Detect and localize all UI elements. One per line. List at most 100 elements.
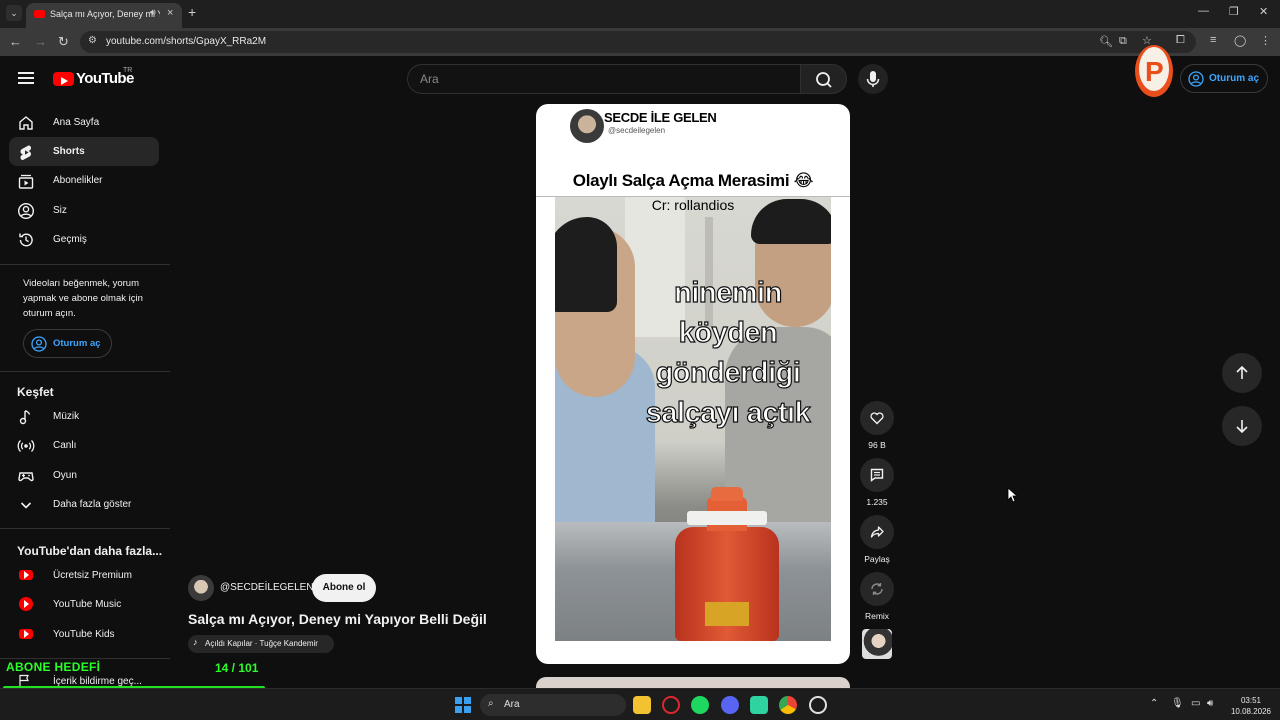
- browser-tab[interactable]: Salça mı Açıyor, Deney mi Yapıyor Belli …: [26, 3, 182, 28]
- music-note-icon: ♪: [193, 637, 198, 647]
- search-input[interactable]: [420, 72, 780, 86]
- tray-overflow-icon[interactable]: ⌃: [1150, 698, 1158, 709]
- new-tab-icon[interactable]: +: [188, 4, 196, 20]
- person-left-hair: [555, 217, 617, 312]
- sidebar-item-premium[interactable]: Ücretsiz Premium: [9, 561, 159, 590]
- profile-icon[interactable]: ◯: [1234, 34, 1246, 47]
- sidebar-item-label: YouTube Music: [53, 599, 122, 610]
- sidebar-item-label: Ana Sayfa: [53, 117, 100, 128]
- sidebar-item-label: Daha fazla göster: [53, 499, 132, 510]
- guide-menu-icon[interactable]: [18, 72, 34, 84]
- subscriber-goal-title: ABONE HEDEFİ: [6, 660, 101, 674]
- discord-icon[interactable]: [721, 696, 739, 714]
- microphone-icon[interactable]: 🎙︎: [1171, 698, 1184, 709]
- music-icon: [19, 410, 31, 425]
- sidebar-item-youtube-kids[interactable]: YouTube Kids: [9, 620, 159, 649]
- volume-icon[interactable]: 🔊︎: [1207, 698, 1213, 709]
- spotify-icon[interactable]: [691, 696, 709, 714]
- windows-start-icon[interactable]: [455, 697, 471, 713]
- share-icon: [870, 526, 884, 538]
- tab-close-icon[interactable]: ×: [167, 7, 173, 19]
- sidebar-item-label: Ücretsiz Premium: [53, 570, 132, 581]
- you-icon: [17, 202, 35, 220]
- file-explorer-icon[interactable]: [633, 696, 651, 714]
- settings-icon[interactable]: [809, 696, 827, 714]
- sidebar-item-youtube-music[interactable]: YouTube Music: [9, 590, 159, 619]
- cast-icon[interactable]: ⧉: [1119, 35, 1127, 48]
- sidebar-item-show-more[interactable]: Daha fazla göster: [9, 490, 159, 519]
- account-icon: [1188, 71, 1204, 87]
- sidebar-item-home[interactable]: Ana Sayfa: [9, 108, 159, 137]
- sound-thumbnail[interactable]: [862, 629, 892, 659]
- like-button[interactable]: [860, 401, 894, 435]
- browser-menu-icon[interactable]: ⋮: [1260, 34, 1271, 47]
- app-icon[interactable]: [750, 696, 768, 714]
- sidebar-sign-in-button[interactable]: Oturum aç: [23, 329, 112, 358]
- country-code: TR: [123, 67, 133, 74]
- video-credit: Cr: rollandios: [651, 197, 735, 213]
- share-button[interactable]: [860, 515, 894, 549]
- sidebar-item-live[interactable]: Canlı: [9, 431, 159, 460]
- subscribe-label: Abone ol: [322, 582, 366, 593]
- shorts-icon: [20, 145, 31, 160]
- previous-short-button[interactable]: [1222, 353, 1262, 393]
- card-headline: Olaylı Salça Açma Merasimi 😂: [572, 171, 814, 190]
- channel-avatar[interactable]: [188, 575, 214, 601]
- clock-time: 03:51: [1240, 696, 1262, 705]
- subscribe-button[interactable]: Abone ol: [312, 574, 376, 602]
- tab-search-button[interactable]: ⌄: [6, 5, 22, 21]
- sidebar-divider: [0, 528, 170, 529]
- search-button[interactable]: [800, 64, 847, 94]
- sidebar-item-subscriptions[interactable]: Abonelikler: [9, 166, 159, 195]
- card-channel-avatar: [570, 109, 604, 143]
- sidebar-item-label: Canlı: [53, 440, 77, 451]
- restore-icon[interactable]: ❐: [1229, 5, 1239, 18]
- search-icon: [816, 72, 832, 88]
- microphone-icon: [866, 71, 880, 87]
- opera-icon[interactable]: [662, 696, 680, 714]
- sound-chip[interactable]: ♪ Açıldı Kapılar · Tuğçe Kandemir: [188, 635, 334, 653]
- arrow-down-icon: [1236, 420, 1248, 434]
- forward-icon[interactable]: →: [34, 34, 47, 49]
- sidebar-item-label: Geçmiş: [53, 234, 87, 245]
- zoom-icon[interactable]: 🔍︎: [1099, 35, 1113, 48]
- gaming-icon: [18, 472, 34, 482]
- windows-taskbar: ⌕ Ara ⌃ 🎙︎ ▭ 🔊︎ 03:51 10.08.2026: [0, 688, 1280, 720]
- site-info-icon[interactable]: ⚙: [88, 35, 97, 46]
- audio-playing-icon[interactable]: 🔊︎: [150, 7, 156, 18]
- sidebar-item-shorts[interactable]: Shorts: [9, 137, 159, 166]
- reload-icon[interactable]: ↻: [58, 34, 69, 50]
- comments-button[interactable]: [860, 458, 894, 492]
- sidebar-item-history[interactable]: Geçmiş: [9, 225, 159, 254]
- home-icon: [19, 116, 33, 130]
- reading-list-icon[interactable]: ≡: [1210, 34, 1216, 46]
- channel-handle[interactable]: @SECDEİLEGELEN: [220, 582, 314, 593]
- live-icon: [17, 440, 35, 452]
- window-close-icon[interactable]: ✕: [1259, 5, 1268, 18]
- minimize-icon[interactable]: —: [1198, 5, 1209, 17]
- jar-collar: [687, 511, 767, 525]
- youtube-play-logo-icon: [53, 72, 74, 86]
- next-short-button[interactable]: [1222, 406, 1262, 446]
- chrome-icon[interactable]: [779, 696, 797, 714]
- taskbar-search[interactable]: ⌕ Ara: [480, 694, 626, 716]
- search-box[interactable]: [407, 64, 801, 94]
- sign-in-button[interactable]: Oturum aç: [1180, 64, 1268, 93]
- jar-cap: [711, 487, 743, 501]
- sidebar-item-music[interactable]: Müzik: [9, 402, 159, 431]
- clock-date: 10.08.2026: [1230, 707, 1272, 716]
- jar-label: [705, 602, 749, 626]
- share-label: Paylaş: [864, 554, 890, 564]
- system-clock[interactable]: 03:51 10.08.2026: [1226, 695, 1276, 717]
- voice-search-button[interactable]: [858, 64, 888, 94]
- address-bar[interactable]: ⚙ youtube.com/shorts/GpayX_RRa2M 🔍︎ ⧉ ☆: [80, 31, 1196, 53]
- remix-button[interactable]: [860, 572, 894, 606]
- network-icon[interactable]: ▭: [1191, 698, 1200, 709]
- video-title: Salça mı Açıyor, Deney mi Yapıyor Belli …: [188, 611, 487, 627]
- short-video-player[interactable]: SECDE İLE GELEN @secdeilegelen Olaylı Sa…: [536, 104, 850, 664]
- back-icon[interactable]: ←: [9, 34, 22, 49]
- sidebar-item-gaming[interactable]: Oyun: [9, 461, 159, 490]
- sidebar-item-you[interactable]: Siz: [9, 196, 159, 225]
- extensions-icon[interactable]: ⧠: [1176, 34, 1185, 47]
- sign-in-label: Oturum aç: [1209, 73, 1260, 84]
